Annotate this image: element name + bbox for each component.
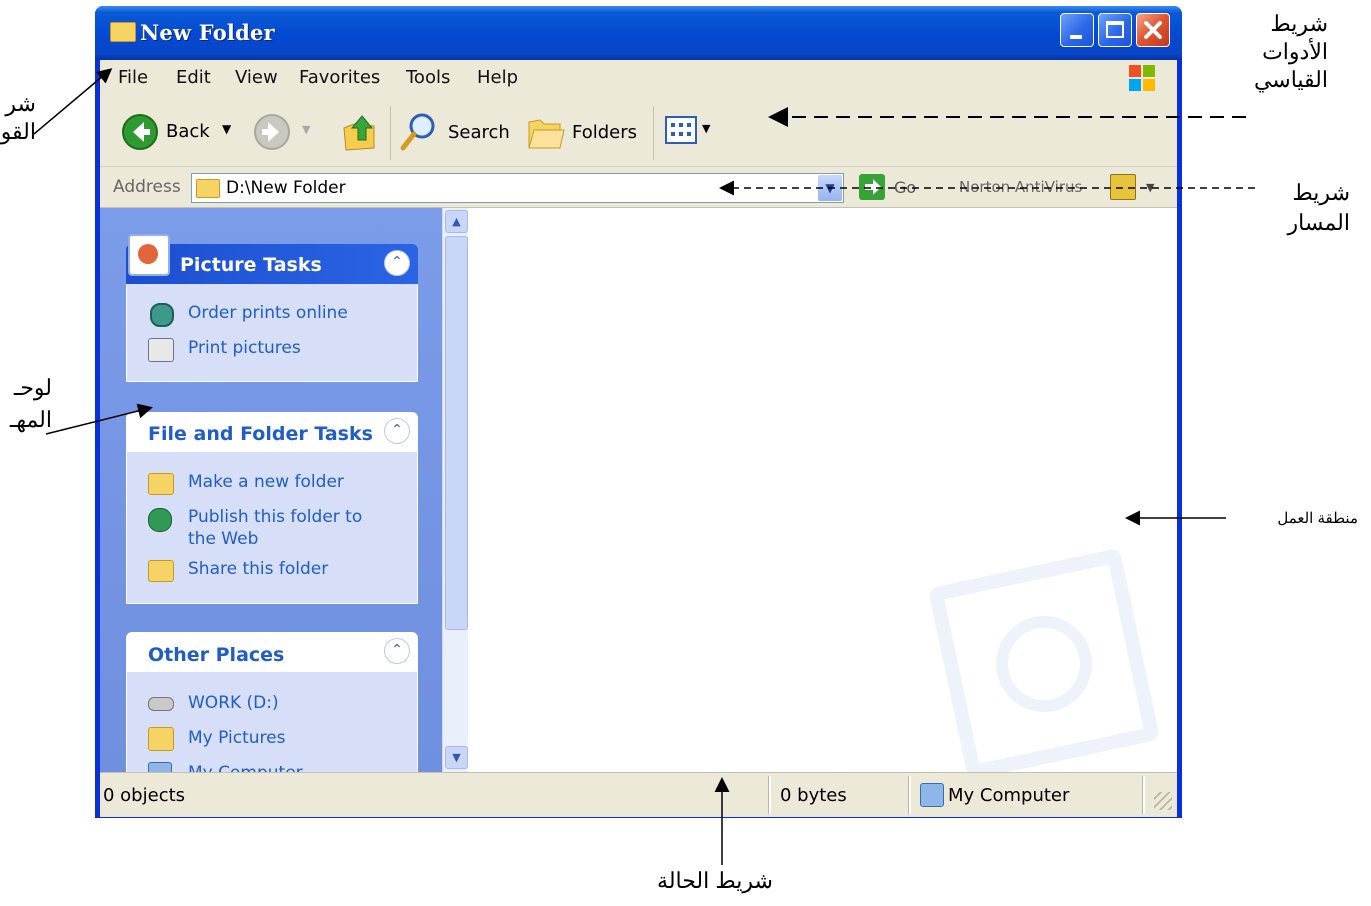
folders-label: Folders [572, 122, 638, 143]
search-button[interactable]: Search [398, 110, 513, 154]
resize-grip-icon[interactable] [1154, 792, 1172, 810]
new-folder-icon [148, 473, 174, 495]
picture-tasks-title[interactable]: Picture Tasks [180, 254, 322, 276]
make-new-folder-link[interactable]: Make a new folder [188, 472, 344, 492]
address-dropdown-button[interactable]: ▼ [818, 175, 842, 201]
picture-tasks-icon [128, 234, 170, 276]
views-icon [665, 116, 697, 144]
annotation-address-bar: شريط المسار [1287, 180, 1351, 235]
collapse-other-places-icon[interactable]: ⌃ [384, 638, 410, 664]
share-folder-link[interactable]: Share this folder [188, 559, 328, 579]
windows-logo-icon [1126, 62, 1158, 94]
status-location: My Computer [948, 785, 1070, 806]
status-object-count: 0 objects [103, 785, 186, 806]
my-computer-link[interactable]: My Computer [188, 763, 303, 772]
go-arrow-icon [859, 174, 885, 200]
forward-arrow-icon [254, 114, 290, 150]
search-icon [400, 113, 435, 151]
work-drive-link[interactable]: WORK (D:) [188, 693, 279, 713]
minimize-button[interactable] [1060, 13, 1094, 47]
norton-dropdown-icon[interactable]: ▼ [1146, 181, 1154, 194]
file-folder-tasks-title[interactable]: File and Folder Tasks [148, 423, 373, 445]
scroll-up-button[interactable]: ▲ [445, 210, 468, 233]
address-path: D:\New Folder [226, 178, 346, 198]
toolbar-separator [390, 106, 391, 160]
forward-button[interactable]: ▼ [252, 112, 322, 152]
status-separator [768, 776, 771, 814]
folders-button[interactable]: Folders [526, 110, 641, 154]
back-dropdown-icon[interactable]: ▼ [222, 122, 231, 136]
maximize-button[interactable] [1098, 13, 1132, 47]
views-dropdown-icon: ▼ [702, 122, 711, 135]
collapse-picture-tasks-icon[interactable]: ⌃ [384, 250, 410, 276]
task-pane-scrollbar[interactable]: ▲ ▼ [442, 208, 469, 772]
order-prints-icon [150, 303, 174, 327]
annotation-task-pane: لوحـ المهـ [9, 375, 52, 432]
toolbar-separator [653, 106, 654, 160]
my-computer-status-icon [920, 783, 944, 807]
status-separator [1142, 776, 1145, 814]
menu-view[interactable]: View [235, 67, 278, 88]
collapse-file-folder-tasks-icon[interactable]: ⌃ [384, 418, 410, 444]
print-pictures-link[interactable]: Print pictures [188, 338, 301, 358]
scroll-down-button[interactable]: ▼ [445, 746, 468, 769]
share-folder-icon [148, 560, 174, 582]
publish-folder-link-line2[interactable]: the Web [188, 529, 258, 549]
drive-icon [148, 697, 174, 711]
up-folder-button[interactable] [340, 110, 380, 154]
my-pictures-icon [148, 727, 174, 751]
menu-edit[interactable]: Edit [176, 67, 211, 88]
picture-tasks-body [126, 284, 418, 382]
back-arrow-icon [122, 114, 158, 150]
close-icon [1144, 21, 1162, 39]
order-prints-link[interactable]: Order prints online [188, 303, 348, 323]
my-computer-icon [148, 762, 172, 772]
publish-folder-link[interactable]: Publish this folder to [188, 507, 362, 527]
search-label: Search [448, 122, 510, 143]
go-button[interactable]: Go [858, 173, 928, 203]
views-button[interactable]: ▼ [664, 114, 724, 150]
menu-help[interactable]: Help [477, 67, 518, 88]
status-separator [908, 776, 911, 814]
other-places-title[interactable]: Other Places [148, 644, 284, 666]
task-pane: Picture Tasks ⌃ Order prints online Prin… [100, 208, 442, 782]
close-button[interactable] [1136, 13, 1170, 47]
annotation-work-area: منطقة العمل [1277, 510, 1358, 527]
back-label: Back [166, 121, 210, 142]
menu-tools[interactable]: Tools [406, 67, 450, 88]
annotation-menu-bar: شر القو [0, 91, 36, 144]
menu-favorites[interactable]: Favorites [299, 67, 380, 88]
menu-file[interactable]: File [118, 67, 148, 88]
forward-dropdown-icon: ▼ [302, 123, 311, 136]
folder-icon [196, 179, 220, 198]
my-pictures-link[interactable]: My Pictures [188, 728, 285, 748]
go-label: Go [894, 178, 917, 197]
maximize-icon [1106, 21, 1124, 38]
annotation-standard-toolbar: شريط الأدوات القياسي [1253, 11, 1328, 92]
work-area[interactable] [468, 208, 1177, 781]
publish-web-icon [148, 508, 172, 532]
status-size: 0 bytes [780, 785, 847, 806]
folders-icon [528, 119, 565, 149]
address-label: Address [113, 177, 181, 197]
picture-watermark-icon [927, 547, 1161, 781]
annotation-status-bar: شريط الحالة [657, 868, 773, 893]
up-folder-icon [343, 115, 375, 151]
minimize-icon [1070, 35, 1082, 39]
window-title: New Folder [140, 20, 275, 45]
address-field[interactable]: D:\New Folder ▼ [191, 173, 844, 203]
norton-antivirus-label[interactable]: Norton AntiVirus [959, 178, 1082, 196]
print-pictures-icon [148, 338, 174, 362]
norton-icon[interactable] [1110, 174, 1136, 200]
folder-icon [110, 22, 136, 42]
back-button[interactable]: Back ▼ [118, 110, 243, 154]
scroll-thumb[interactable] [445, 236, 468, 630]
